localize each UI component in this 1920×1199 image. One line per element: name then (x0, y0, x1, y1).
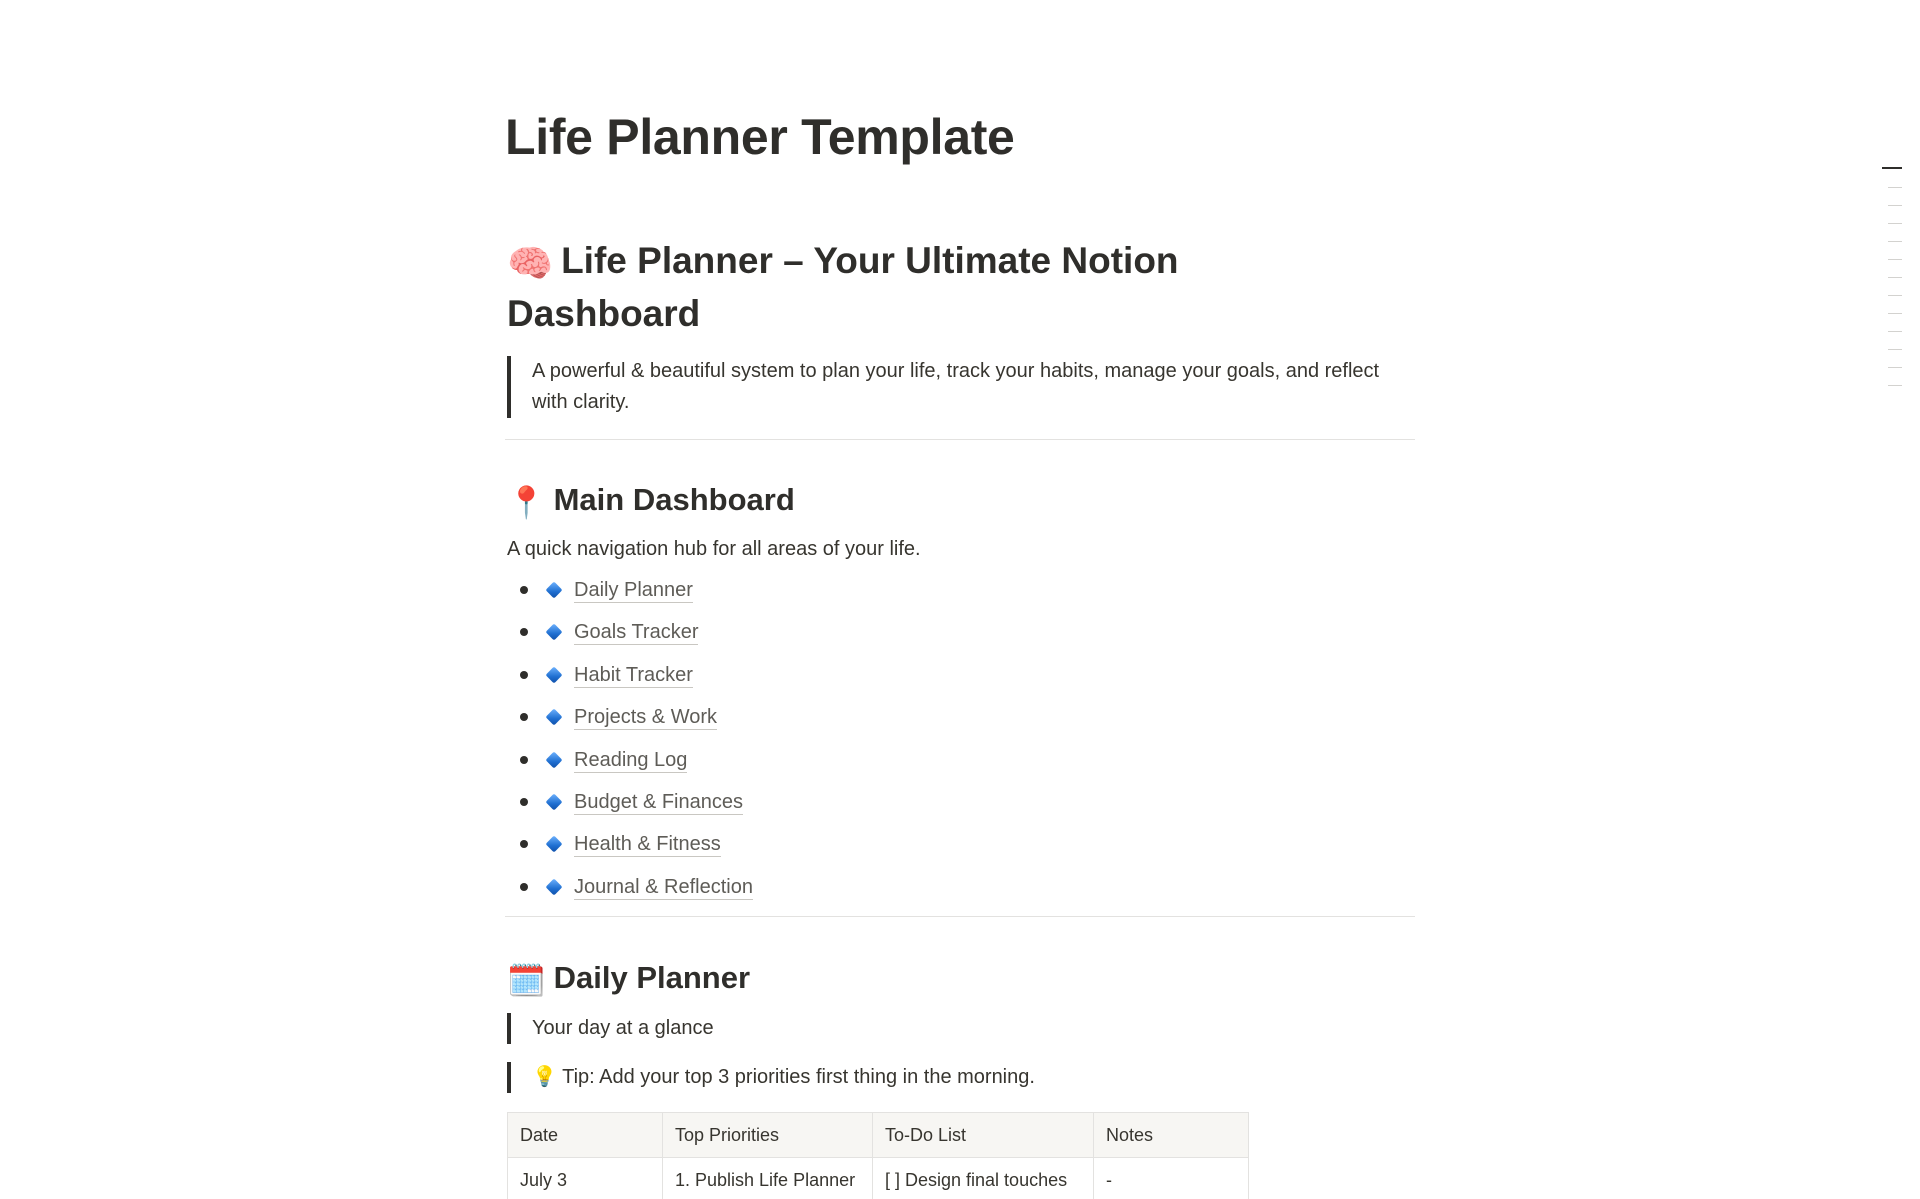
link-budget-finances[interactable]: Budget & Finances (574, 790, 743, 815)
link-habit-tracker[interactable]: Habit Tracker (574, 663, 693, 688)
blue-diamond-icon (545, 878, 563, 896)
bullet-icon (520, 628, 528, 637)
tip-quote: 💡 Tip: Add your top 3 priorities first t… (507, 1062, 1035, 1093)
pushpin-icon: 📍 (507, 485, 546, 520)
bullet-icon (520, 797, 528, 806)
toc-marker[interactable] (1888, 295, 1902, 296)
main-dashboard-heading: 📍 Main Dashboard (507, 482, 795, 521)
blue-diamond-icon (545, 835, 563, 853)
main-dashboard-description: A quick navigation hub for all areas of … (507, 538, 921, 560)
toc-marker[interactable] (1888, 277, 1902, 278)
tip-text: Tip: Add your top 3 priorities first thi… (562, 1066, 1035, 1088)
hero-heading: 🧠 Life Planner – Your Ultimate Notion Das… (507, 236, 1267, 339)
table-cell[interactable]: July 3 (507, 1157, 663, 1199)
column-header[interactable]: Top Priorities (662, 1112, 873, 1158)
daily-planner-heading-text: Daily Planner (553, 960, 751, 995)
page-title[interactable]: Life Planner Template (505, 108, 1015, 166)
toc-marker[interactable] (1888, 331, 1902, 332)
daily-planner-quote: Your day at a glance (507, 1013, 714, 1044)
table-cell[interactable]: [ ] Design final touches (872, 1157, 1094, 1199)
toc-marker[interactable] (1888, 187, 1902, 188)
lightbulb-icon: 💡 (532, 1066, 557, 1088)
link-journal-reflection[interactable]: Journal & Reflection (574, 875, 753, 900)
notion-page: Life Planner Template 🧠 Life Planner – Yo… (0, 0, 1920, 1199)
table-row: July 3 1. Publish Life Planner [ ] Desig… (507, 1157, 1249, 1199)
toc-marker[interactable] (1888, 259, 1902, 260)
blue-diamond-icon (545, 793, 563, 811)
toc-marker[interactable] (1888, 385, 1902, 386)
daily-planner-table: Date Top Priorities To-Do List Notes Jul… (507, 1112, 1249, 1199)
toc-marker[interactable] (1888, 223, 1902, 224)
link-goals-tracker[interactable]: Goals Tracker (574, 620, 699, 646)
blue-diamond-icon (545, 666, 563, 684)
toc-marker-active[interactable] (1882, 167, 1902, 169)
link-health-fitness[interactable]: Health & Fitness (574, 832, 721, 858)
blue-diamond-icon (545, 708, 563, 726)
blue-diamond-icon (545, 623, 563, 641)
toc-marker[interactable] (1888, 205, 1902, 206)
toc-marker[interactable] (1888, 367, 1902, 368)
column-header[interactable]: Date (507, 1112, 663, 1158)
hero-heading-text: Life Planner – Your Ultimate Notion Dash… (507, 240, 1179, 334)
toc-marker[interactable] (1888, 349, 1902, 350)
toc-marker[interactable] (1888, 241, 1902, 242)
spiral-calendar-icon: 🗓️ (507, 963, 546, 998)
link-daily-planner[interactable]: Daily Planner (574, 578, 693, 603)
main-dashboard-heading-text: Main Dashboard (553, 482, 795, 517)
table-header-row: Date Top Priorities To-Do List Notes (507, 1112, 1249, 1158)
link-reading-log[interactable]: Reading Log (574, 748, 688, 773)
brain-icon: 🧠 (507, 243, 554, 284)
divider (505, 916, 1415, 917)
bullet-icon (520, 586, 528, 594)
table-cell[interactable]: 1. Publish Life Planner (662, 1157, 873, 1199)
hero-quote: A powerful & beautiful system to plan yo… (507, 356, 1402, 418)
divider (505, 439, 1415, 440)
blue-diamond-icon (545, 751, 563, 769)
blue-diamond-icon (545, 581, 563, 599)
daily-planner-heading: 🗓️ Daily Planner (507, 960, 750, 999)
column-header[interactable]: Notes (1093, 1112, 1249, 1158)
toc-marker[interactable] (1888, 313, 1902, 314)
bullet-icon (520, 713, 528, 722)
bullet-icon (520, 840, 528, 849)
table-cell[interactable]: - (1093, 1157, 1249, 1199)
bullet-icon (520, 755, 528, 764)
bullet-icon (520, 670, 528, 679)
link-projects-work[interactable]: Projects & Work (574, 705, 717, 731)
bullet-icon (520, 882, 528, 891)
column-header[interactable]: To-Do List (872, 1112, 1094, 1158)
